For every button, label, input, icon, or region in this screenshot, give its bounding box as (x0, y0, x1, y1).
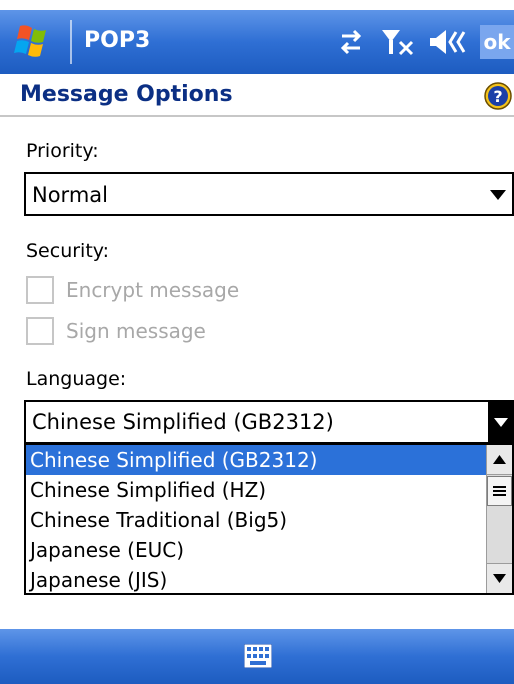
title-bar: POP3 ok (0, 0, 514, 84)
chevron-down-icon (494, 418, 508, 427)
connectivity-icon[interactable] (336, 28, 366, 56)
priority-label: Priority: (26, 140, 99, 162)
priority-select[interactable]: Normal (24, 172, 514, 216)
arrow-down-icon (493, 574, 506, 583)
windows-start-icon[interactable] (14, 22, 56, 62)
language-select[interactable]: Chinese Simplified (GB2312) (24, 400, 514, 444)
help-icon[interactable]: ? (484, 82, 512, 110)
scroll-up-button[interactable] (487, 445, 512, 475)
language-value: Chinese Simplified (GB2312) (32, 410, 334, 434)
security-label: Security: (26, 240, 110, 262)
list-item[interactable]: Japanese (EUC) (26, 535, 488, 565)
encrypt-checkbox[interactable] (26, 276, 54, 304)
list-scrollbar[interactable] (486, 445, 512, 593)
title-bar-strip: POP3 ok (0, 10, 514, 74)
scroll-down-button[interactable] (487, 563, 512, 593)
signal-off-icon[interactable] (380, 26, 416, 58)
chevron-down-icon (490, 190, 506, 200)
scroll-thumb[interactable] (487, 476, 512, 506)
dropdown-button[interactable] (488, 402, 514, 442)
priority-value: Normal (32, 183, 108, 207)
language-options-list[interactable]: Chinese Simplified (GB2312) Chinese Simp… (24, 443, 514, 595)
sign-message-option[interactable]: Sign message (26, 315, 426, 347)
list-item[interactable]: Japanese (JIS) (26, 565, 488, 593)
title-separator (70, 20, 72, 64)
list-item[interactable]: Chinese Simplified (HZ) (26, 475, 488, 505)
grip-icon (493, 486, 506, 496)
language-label: Language: (26, 368, 127, 390)
arrow-up-icon (493, 455, 506, 464)
sign-label: Sign message (66, 319, 206, 343)
encrypt-label: Encrypt message (66, 278, 240, 302)
bottom-bar (0, 629, 514, 684)
page-title: Message Options (20, 82, 233, 107)
volume-icon[interactable] (428, 26, 468, 58)
ok-button[interactable]: ok (480, 25, 514, 59)
encrypt-message-option[interactable]: Encrypt message (26, 274, 426, 306)
header-divider (0, 115, 514, 117)
list-item[interactable]: Chinese Traditional (Big5) (26, 505, 488, 535)
keyboard-icon[interactable] (244, 644, 272, 668)
svg-text:?: ? (493, 87, 502, 106)
sign-checkbox[interactable] (26, 317, 54, 345)
list-item[interactable]: Chinese Simplified (GB2312) (26, 445, 488, 475)
app-title: POP3 (84, 28, 151, 53)
